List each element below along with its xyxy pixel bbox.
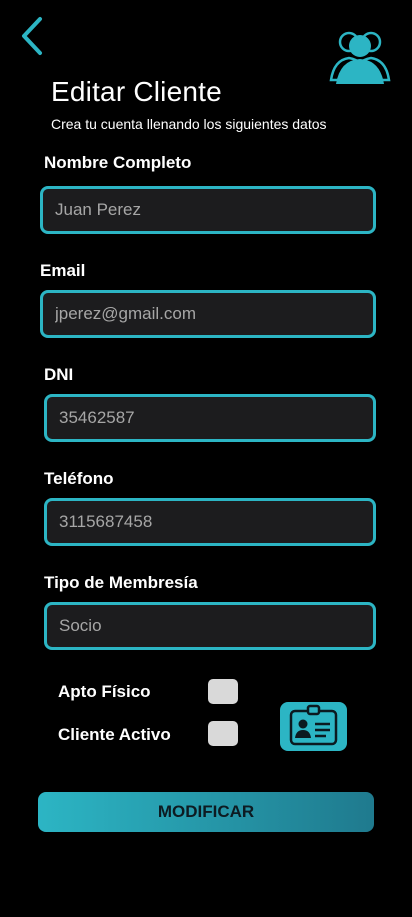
page-subtitle: Crea tu cuenta llenando los siguientes d… — [51, 116, 327, 132]
nombre-input[interactable] — [40, 186, 376, 234]
cliente-activo-checkbox[interactable] — [208, 721, 238, 746]
nombre-label: Nombre Completo — [44, 153, 192, 172]
email-input[interactable] — [40, 290, 376, 338]
email-label: Email — [40, 261, 86, 280]
id-card-button[interactable] — [280, 702, 347, 751]
back-button[interactable] — [18, 16, 48, 56]
dni-input[interactable] — [44, 394, 376, 442]
modificar-button[interactable]: MODIFICAR — [38, 792, 374, 832]
apto-fisico-checkbox[interactable] — [208, 679, 238, 704]
apto-fisico-label: Apto Físico — [58, 682, 151, 701]
telefono-input[interactable] — [44, 498, 376, 546]
telefono-label: Teléfono — [44, 469, 114, 488]
users-group-icon — [328, 26, 392, 86]
dni-label: DNI — [44, 365, 74, 384]
chevron-left-icon — [22, 17, 42, 55]
cliente-activo-label: Cliente Activo — [58, 725, 171, 744]
membresia-label: Tipo de Membresía — [44, 573, 198, 592]
membresia-input[interactable] — [44, 602, 376, 650]
page-title: Editar Cliente — [51, 76, 222, 107]
id-card-icon — [289, 704, 338, 746]
